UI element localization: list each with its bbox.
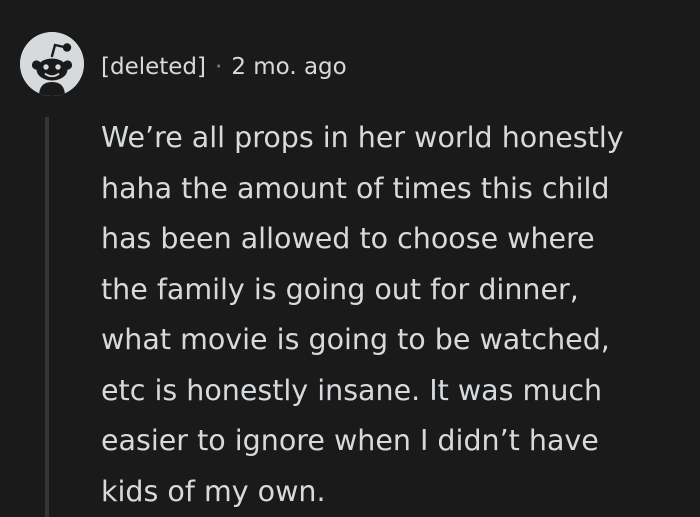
thread-collapse-line[interactable] — [45, 117, 49, 517]
comment-body-line: the family is going out for dinner, — [101, 272, 579, 306]
comment-body-line: We’re all props in her world honestly — [101, 121, 624, 154]
comment-body-line: kids of my own. — [101, 474, 326, 508]
comment: [deleted] · 2 mo. ago We’re all props in… — [0, 0, 700, 517]
comment-body-line: easier to ignore when I didn’t have — [101, 424, 599, 457]
comment-body-line: has been allowed to choose where — [101, 222, 595, 255]
comment-timestamp[interactable]: 2 mo. ago — [231, 54, 346, 80]
comment-body-line: haha the amount of times this child — [101, 171, 610, 205]
avatar[interactable] — [20, 32, 84, 96]
comment-body-line: what movie is going to be watched, — [101, 323, 610, 356]
reddit-snoo-icon — [20, 32, 84, 96]
comment-meta: [deleted] · 2 mo. ago — [101, 51, 347, 83]
meta-separator: · — [215, 54, 223, 80]
author-name[interactable]: [deleted] — [101, 54, 206, 80]
comment-body-line: etc is honestly insane. It was much — [101, 373, 603, 407]
comment-body: We’re all props in her world honestly ha… — [101, 113, 681, 517]
